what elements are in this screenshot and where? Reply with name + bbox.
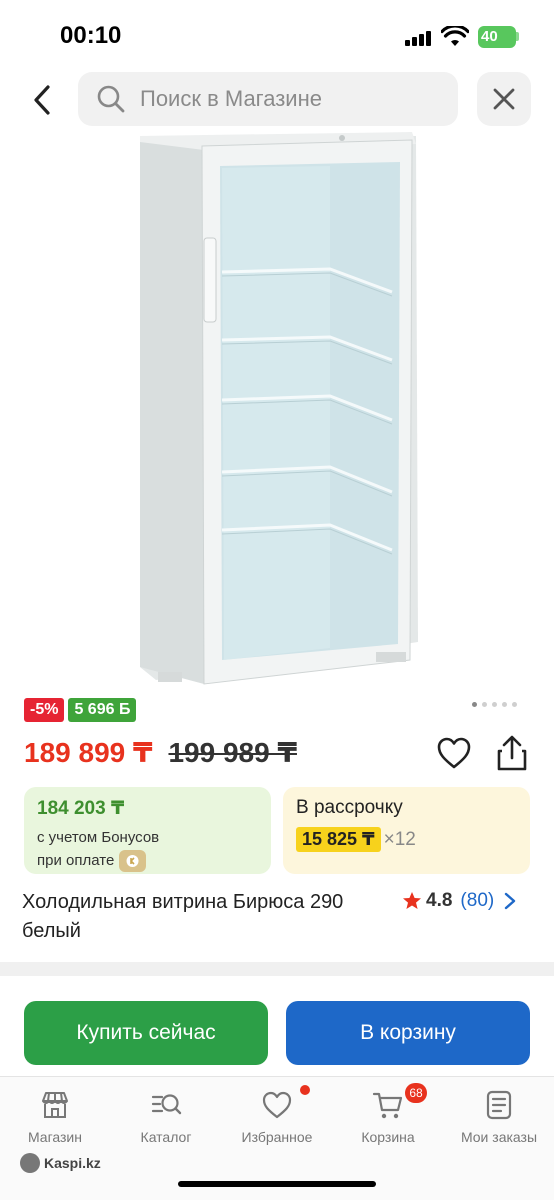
bonus-note-line2: при оплате [37,852,115,869]
product-title: Холодильная витрина Бирюса 290 белый [22,891,344,942]
installment-title: В рассрочку [296,797,403,818]
nav-label: Избранное [241,1129,313,1145]
rating-value: 4.8 [426,890,453,911]
pagination-dot[interactable] [482,702,487,707]
nav-item-orders[interactable]: Мои заказы [444,1089,554,1145]
bonus-note: с учетом Бонусов при оплате [37,826,271,873]
discount-badge: -5% [24,698,65,722]
battery-tip [516,32,519,41]
orders-icon [486,1090,512,1120]
chevron-left-icon [34,85,50,115]
favorites-dot [300,1085,310,1095]
badges: -5% 5 696 Б [24,698,137,722]
nav-item-catalog[interactable]: Каталог [111,1089,221,1145]
nav-item-favorites[interactable]: Избранное [222,1089,332,1145]
price-row: 189 899 ₸ 199 989 ₸ [24,736,297,769]
cart-count-badge: 68 [405,1083,427,1103]
star-icon [403,892,421,909]
bonus-note-line1: с учетом Бонусов [37,829,160,846]
nav-label: Мои заказы [460,1129,538,1145]
kaspi-logo: Kaspi.kz [20,1153,101,1173]
installment-card[interactable]: В рассрочку 15 825 ₸ ×12 [283,787,530,874]
pagination-dot[interactable] [472,702,477,707]
kaspi-logo-icon [20,1153,40,1173]
nav-item-cart[interactable]: Корзина [333,1089,443,1145]
back-button[interactable] [22,78,62,122]
nav-label: Магазин [27,1129,82,1145]
product-image[interactable] [130,132,420,688]
share-icon[interactable] [494,734,530,772]
pagination-dot[interactable] [512,702,517,707]
nav-label: Корзина [361,1129,415,1145]
installment-row: 15 825 ₸ ×12 [296,827,530,852]
nav-item-store[interactable]: Магазин [0,1089,110,1145]
kaspi-pay-icon [119,850,147,873]
image-pagination[interactable] [472,702,517,707]
bonus-badge: 5 696 Б [68,698,137,722]
nav-label: Каталог [140,1129,192,1145]
reviews-count: (80) [460,890,495,911]
bonus-card[interactable]: 184 203 ₸ с учетом Бонусов при оплате [24,787,271,874]
action-area: Купить сейчас В корзину [0,976,554,1076]
heart-icon [262,1091,292,1119]
add-to-cart-button[interactable]: В корзину [286,1001,530,1065]
kaspi-logo-text: Kaspi.kz [44,1155,101,1171]
status-bar: 00:10 40 [0,0,554,70]
bonus-price: 184 203 ₸ [37,798,125,819]
cellular-signal-icon [405,30,431,46]
pagination-dot[interactable] [502,702,507,707]
old-price: 199 989 ₸ [168,737,297,768]
close-button[interactable] [477,72,531,126]
installment-months: ×12 [383,828,416,850]
pagination-dot[interactable] [492,702,497,707]
catalog-search-icon [151,1094,182,1115]
store-icon [42,1092,68,1118]
close-icon [493,88,515,110]
search-icon [97,85,125,113]
heart-icon[interactable] [436,736,472,770]
home-indicator [178,1181,376,1187]
section-separator [0,962,554,976]
chevron-right-icon [505,892,516,910]
current-price: 189 899 ₸ [24,737,153,768]
rating-link[interactable]: 4.8 (80) [402,890,516,912]
installment-amount: 15 825 ₸ [296,827,381,852]
battery-icon: 40 [478,26,516,48]
search-box[interactable] [78,72,458,126]
wifi-icon [441,26,469,46]
header [0,70,554,130]
battery-level: 40 [481,28,498,45]
cart-icon [372,1092,403,1119]
buy-now-button[interactable]: Купить сейчас [24,1001,268,1065]
bonus-note-line2-wrap: при оплате [37,849,271,873]
status-time: 00:10 [60,22,122,49]
search-input[interactable] [140,86,440,112]
